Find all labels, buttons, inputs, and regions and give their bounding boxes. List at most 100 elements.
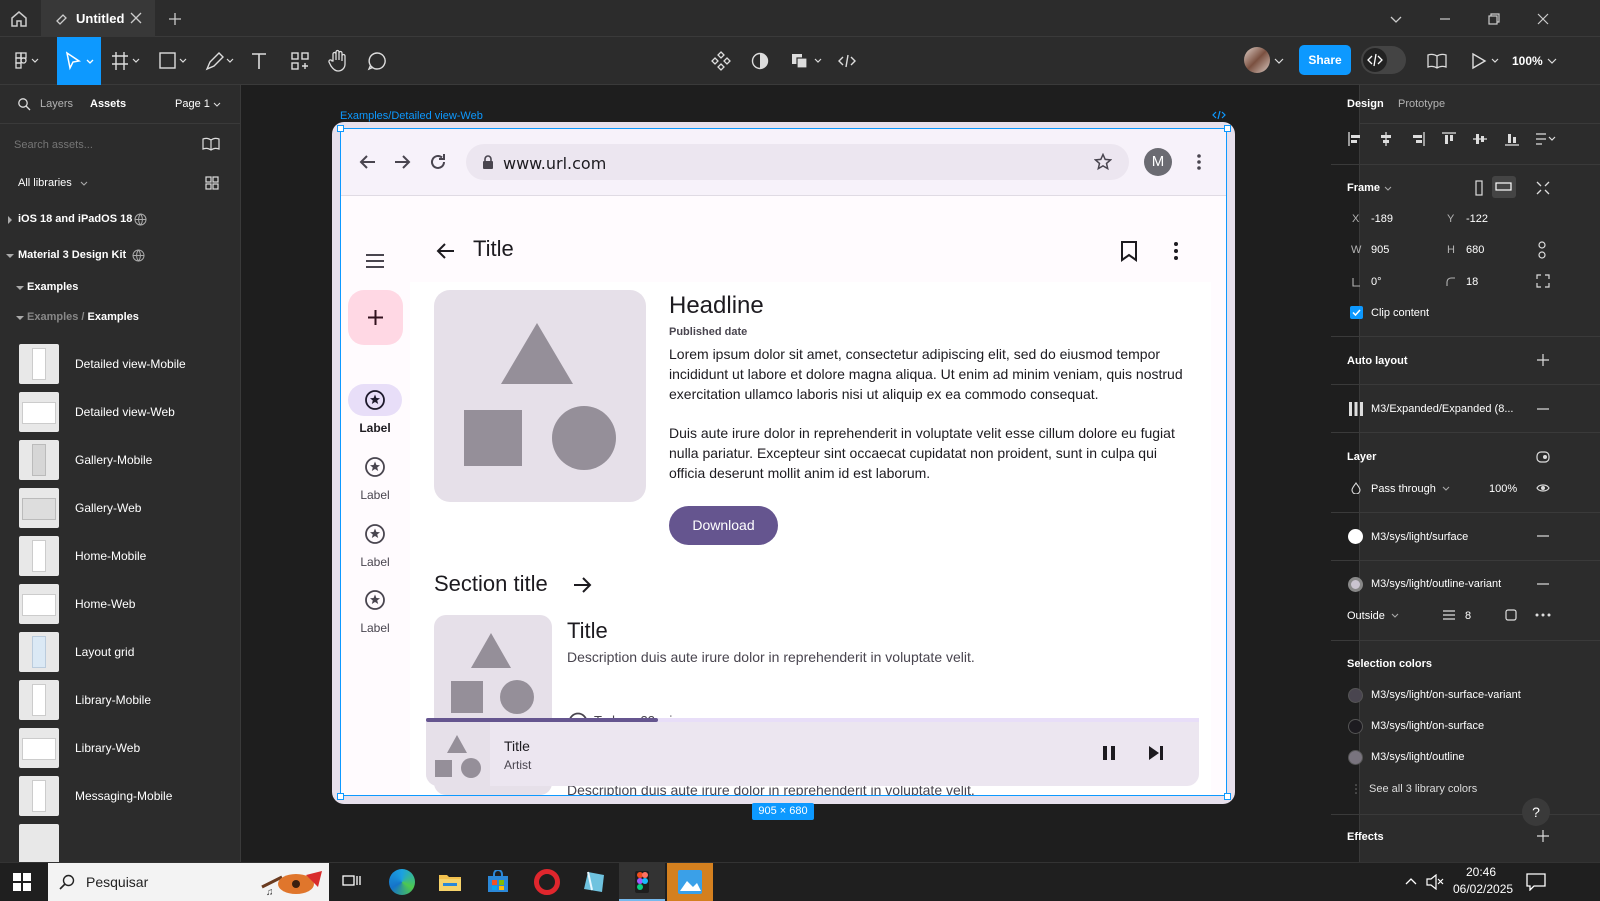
skip-next-icon[interactable]	[1147, 744, 1165, 762]
library-book-icon[interactable]	[1426, 50, 1448, 72]
see-all-colors-link[interactable]: See all 3 library colors	[1369, 783, 1477, 795]
asset-item[interactable]: Gallery-Mobile	[0, 436, 241, 484]
fab-button[interactable]	[348, 290, 403, 345]
volume-muted-icon[interactable]	[1426, 874, 1444, 890]
radius-input[interactable]: 18	[1466, 276, 1478, 288]
shape-tool-icon[interactable]	[157, 50, 189, 72]
code-icon[interactable]	[1211, 109, 1227, 121]
taskbar-search-box[interactable]: Pesquisar ♫	[48, 863, 329, 901]
menu-icon[interactable]	[364, 252, 386, 270]
task-view-icon[interactable]	[342, 873, 362, 891]
add-icon[interactable]	[1536, 829, 1550, 843]
all-libraries-selector[interactable]: All libraries	[18, 177, 72, 189]
tab-layers[interactable]: Layers	[40, 98, 73, 110]
figma-taskbar-item[interactable]	[619, 863, 665, 901]
pause-icon[interactable]	[1101, 744, 1117, 762]
more-vert-icon[interactable]	[1191, 152, 1207, 172]
layer-visibility-icon[interactable]	[1535, 449, 1551, 465]
constrain-proportions-icon[interactable]	[1536, 241, 1548, 259]
chevron-down-icon[interactable]	[1388, 11, 1404, 27]
edge-browser-icon[interactable]	[389, 869, 415, 895]
align-center-h-icon[interactable]	[1378, 131, 1394, 147]
remove-icon[interactable]	[1536, 529, 1550, 543]
home-icon[interactable]	[8, 8, 30, 30]
share-button[interactable]: Share	[1299, 45, 1351, 75]
asset-item[interactable]: Layout grid	[0, 628, 241, 676]
chevron-down-icon[interactable]	[1383, 184, 1393, 194]
remove-icon[interactable]	[1536, 577, 1550, 591]
stroke-position-select[interactable]: Outside	[1347, 610, 1385, 622]
resize-handle[interactable]	[337, 125, 344, 132]
asset-item[interactable]: Detailed view-Mobile	[0, 340, 241, 388]
landscape-icon[interactable]	[1492, 176, 1516, 198]
color-swatch[interactable]	[1348, 688, 1363, 703]
zoom-level[interactable]: 100%	[1512, 54, 1543, 68]
chevron-down-icon[interactable]	[1441, 484, 1451, 494]
tray-chevron-icon[interactable]	[1404, 875, 1418, 889]
library-material3[interactable]: Material 3 Design Kit	[0, 241, 240, 271]
reload-icon[interactable]	[428, 152, 448, 172]
search-assets-input[interactable]	[14, 134, 184, 156]
stroke-weight-input[interactable]: 8	[1465, 610, 1471, 622]
asset-item[interactable]: Home-Mobile	[0, 532, 241, 580]
stroke-sides-icon[interactable]	[1504, 608, 1518, 622]
page-chevron-icon[interactable]	[212, 100, 222, 110]
zoom-chevron-icon[interactable]	[1546, 55, 1558, 67]
fill-swatch[interactable]	[1348, 529, 1363, 544]
design-tab-label[interactable]: Design	[1347, 98, 1384, 110]
color-swatch[interactable]	[1348, 719, 1363, 734]
avatar-chevron-icon[interactable]	[1273, 55, 1285, 67]
asset-item[interactable]	[0, 820, 241, 862]
color-name[interactable]: M3/sys/light/on-surface	[1371, 720, 1484, 732]
grid-view-icon[interactable]	[205, 176, 219, 190]
notifications-icon[interactable]	[1526, 873, 1546, 891]
color-swatch[interactable]	[1348, 750, 1363, 765]
close-tab-icon[interactable]	[129, 11, 143, 25]
resources-tool-icon[interactable]	[289, 50, 311, 72]
chevron-down-icon[interactable]	[1390, 611, 1400, 621]
photos-taskbar-item[interactable]	[667, 863, 713, 901]
y-input[interactable]: -122	[1466, 213, 1488, 225]
opera-icon[interactable]	[534, 869, 560, 895]
minimize-icon[interactable]	[1437, 11, 1453, 27]
nav-rail-item[interactable]: Label	[348, 451, 402, 507]
asset-item[interactable]: Library-Mobile	[0, 676, 241, 724]
text-tool-icon[interactable]	[249, 50, 269, 72]
independent-corners-icon[interactable]	[1536, 274, 1550, 288]
restore-icon[interactable]	[1486, 11, 1502, 27]
color-name[interactable]: M3/sys/light/outline	[1371, 751, 1465, 763]
library-book-icon[interactable]	[202, 135, 220, 153]
library-ios[interactable]: iOS 18 and iPadOS 18	[0, 205, 240, 235]
h-input[interactable]: 680	[1466, 244, 1484, 256]
portrait-icon[interactable]	[1472, 180, 1486, 196]
page-selector[interactable]: Page 1	[175, 98, 210, 110]
close-window-icon[interactable]	[1535, 11, 1551, 27]
more-vert-icon[interactable]	[1168, 240, 1184, 262]
remove-icon[interactable]	[1536, 402, 1550, 416]
windows-start-icon[interactable]	[13, 873, 31, 891]
back-arrow-icon[interactable]	[358, 152, 378, 172]
layout-grid-name[interactable]: M3/Expanded/Expanded (8...	[1371, 403, 1513, 415]
asset-item[interactable]: Home-Web	[0, 580, 241, 628]
search-layers-icon[interactable]	[17, 97, 31, 111]
asset-item[interactable]: Library-Web	[0, 724, 241, 772]
comment-tool-icon[interactable]	[366, 50, 388, 72]
chevron-down-icon[interactable]	[79, 179, 89, 189]
prototype-tab-label[interactable]: Prototype	[1398, 98, 1445, 110]
file-tab[interactable]: Untitled	[41, 0, 155, 37]
nav-rail-item[interactable]: Label	[348, 518, 402, 574]
detailed-view-web-frame[interactable]: www.url.com M Label Label Label Label Ti…	[340, 128, 1227, 796]
layout-grid-icon[interactable]	[1348, 401, 1364, 417]
opacity-input[interactable]: 100%	[1489, 483, 1517, 495]
frame-tool-icon[interactable]	[110, 50, 142, 72]
asset-item[interactable]: Gallery-Web	[0, 484, 241, 532]
download-button[interactable]: Download	[669, 506, 778, 545]
tab-assets[interactable]: Assets	[90, 98, 126, 110]
resize-handle[interactable]	[337, 793, 344, 800]
add-icon[interactable]	[1536, 353, 1550, 367]
eye-icon[interactable]	[1536, 482, 1550, 494]
forward-arrow-icon[interactable]	[392, 152, 412, 172]
more-options-icon[interactable]	[1534, 608, 1552, 622]
present-play-icon[interactable]	[1468, 50, 1504, 72]
group-examples-examples[interactable]: Examples / Examples	[0, 303, 240, 331]
